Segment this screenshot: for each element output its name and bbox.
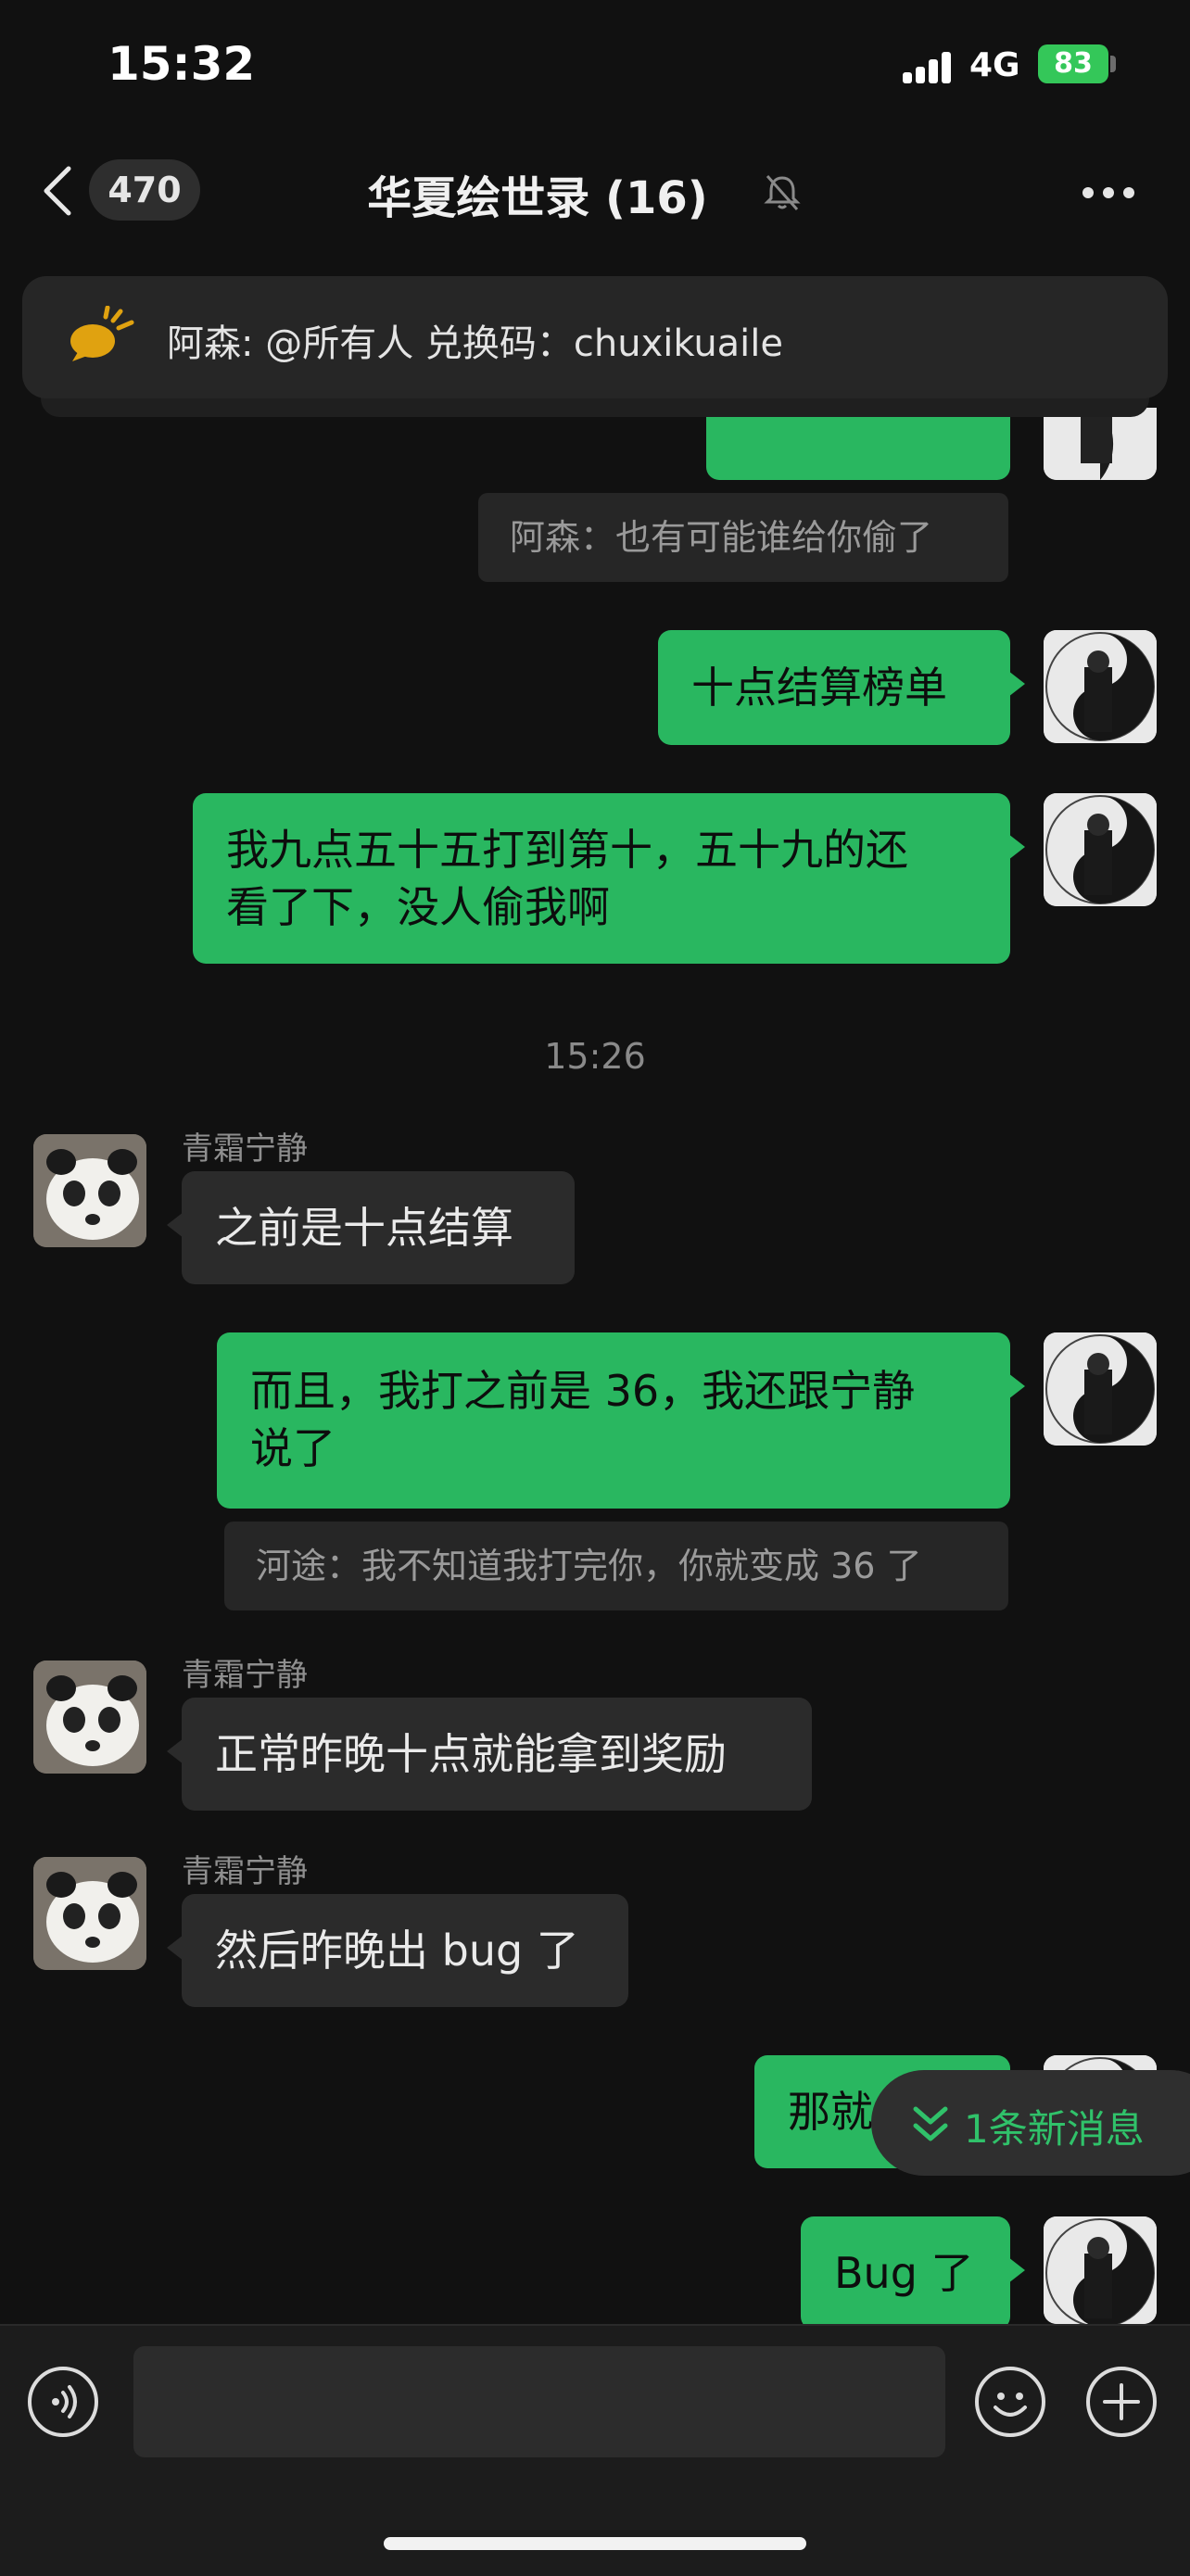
- plus-button[interactable]: [1086, 2367, 1157, 2437]
- message-text: 而且，我打之前是 36，我还跟宁静: [250, 1366, 916, 1416]
- battery-nub: [1110, 56, 1116, 72]
- plus-icon: [1103, 2383, 1140, 2420]
- emoji-icon: [994, 2393, 1027, 2417]
- message-bubble-mine[interactable]: 十点结算榜单: [658, 630, 1025, 745]
- time-divider: 15:26: [544, 1036, 646, 1077]
- status-time: 15:32: [108, 37, 256, 91]
- message-text: 之前是十点结算: [215, 1203, 513, 1253]
- message-bubble-other[interactable]: 之前是十点结算: [167, 1171, 575, 1284]
- message-bubble-mine[interactable]: 而且，我打之前是 36，我还跟宁静 说了: [217, 1332, 1025, 1509]
- avatar-panda[interactable]: [33, 1857, 146, 1970]
- message-bubble-other[interactable]: 然后昨晚出 bug 了: [167, 1894, 628, 2007]
- message-text: 然后昨晚出 bug 了: [215, 1926, 579, 1976]
- announcement-icon: [70, 306, 134, 361]
- avatar-mine[interactable]: [1044, 630, 1157, 743]
- avatar-panda[interactable]: [33, 1661, 146, 1774]
- pinned-text: 阿森: @所有人 兑换码：chuxikuaile: [167, 322, 784, 365]
- more-icon[interactable]: [1082, 183, 1138, 202]
- avatar-mine[interactable]: [1044, 1332, 1157, 1446]
- battery-level: 83: [1054, 47, 1093, 80]
- message-text: Bug 了: [834, 2248, 974, 2298]
- avatar-mine[interactable]: [1044, 793, 1157, 906]
- sender-name: 青霜宁静: [182, 1657, 308, 1694]
- quoted-reply[interactable]: 河途：我不知道我打完你，你就变成 36 了: [224, 1522, 1008, 1610]
- message-text: 说了: [250, 1423, 335, 1473]
- avatar[interactable]: [1044, 408, 1157, 480]
- message-input[interactable]: [133, 2346, 945, 2457]
- message-text: 看了下，没人偷我啊: [226, 882, 610, 932]
- voice-button[interactable]: [28, 2367, 98, 2437]
- back-chevron-icon[interactable]: [41, 163, 74, 219]
- message-text: 正常昨晚十点就能拿到奖励: [215, 1729, 727, 1779]
- double-chevron-down-icon: [913, 2106, 948, 2141]
- message-bubble-mine[interactable]: 我九点五十五打到第十，五十九的还 看了下，没人偷我啊: [193, 793, 1025, 964]
- message-text: 那就: [788, 2087, 873, 2137]
- message-text: 十点结算榜单: [691, 663, 947, 713]
- voice-icon: [52, 2385, 77, 2418]
- quoted-reply[interactable]: 阿森：也有可能谁给你偷了: [478, 493, 1008, 582]
- mute-bell-icon: [764, 175, 801, 210]
- home-indicator: [384, 2537, 806, 2550]
- message-bubble-other[interactable]: 正常昨晚十点就能拿到奖励: [167, 1698, 812, 1811]
- chat-title[interactable]: 华夏绘世录 (16): [306, 161, 769, 226]
- message-text: 我九点五十五打到第十，五十九的还: [226, 825, 908, 875]
- avatar-mine[interactable]: [1044, 2216, 1157, 2324]
- network-type: 4G: [969, 46, 1020, 84]
- new-messages-label: 1条新消息: [964, 2106, 1145, 2152]
- sender-name: 青霜宁静: [182, 1853, 308, 1890]
- signal-icon: [903, 52, 953, 83]
- unread-count-badge[interactable]: 470: [89, 159, 200, 221]
- avatar-panda[interactable]: [33, 1134, 146, 1247]
- partial-message-bubble: [706, 408, 1010, 480]
- battery-indicator: 83: [1038, 44, 1108, 83]
- sender-name: 青霜宁静: [182, 1130, 308, 1168]
- emoji-button[interactable]: [975, 2367, 1045, 2437]
- message-bubble-mine[interactable]: Bug 了: [801, 2216, 1025, 2330]
